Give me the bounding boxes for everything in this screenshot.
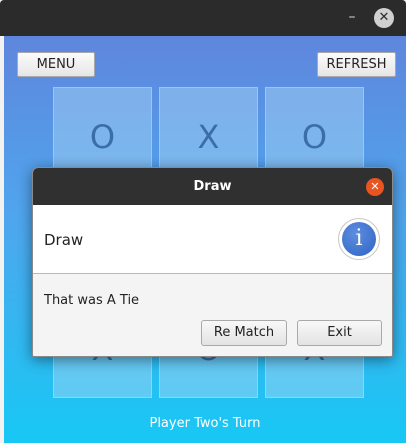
dialog-header: Draw i: [33, 205, 392, 274]
turn-status: Player Two's Turn: [149, 416, 261, 431]
dialog-close-icon[interactable]: ✕: [366, 178, 384, 196]
rematch-button[interactable]: Re Match: [201, 320, 287, 346]
app-window: – ✕ MENU REFRESH O X O X O X Player Two'…: [0, 0, 406, 443]
menu-button[interactable]: MENU: [17, 52, 95, 77]
exit-button[interactable]: Exit: [297, 320, 382, 346]
info-icon-glyph: i: [342, 222, 376, 256]
minimize-icon[interactable]: –: [343, 8, 361, 26]
title-bar[interactable]: – ✕: [0, 0, 406, 36]
dialog-message: That was A Tie: [44, 293, 140, 308]
dialog-title: Draw: [193, 179, 232, 194]
draw-dialog: Draw ✕ Draw i That was A Tie Re Match Ex…: [32, 167, 393, 357]
dialog-heading: Draw: [44, 231, 84, 249]
info-icon: i: [338, 218, 380, 260]
refresh-button[interactable]: REFRESH: [317, 52, 396, 77]
close-icon[interactable]: ✕: [374, 8, 394, 28]
dialog-title-bar[interactable]: Draw ✕: [33, 168, 392, 205]
